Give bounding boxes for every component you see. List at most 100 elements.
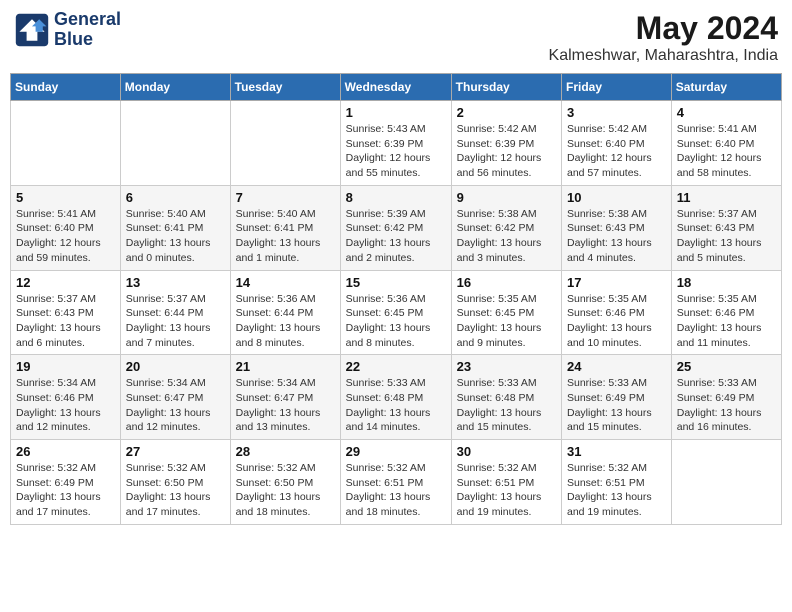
week-row-5: 26 Sunrise: 5:32 AM Sunset: 6:49 PM Dayli… bbox=[11, 440, 782, 525]
day-info: Sunrise: 5:39 AM Sunset: 6:42 PM Dayligh… bbox=[346, 207, 446, 266]
day-cell: 18Sunrise: 5:35 AM Sunset: 6:46 PM Dayli… bbox=[671, 270, 781, 355]
day-number: 26 bbox=[16, 444, 115, 459]
day-number: 10 bbox=[567, 190, 666, 205]
day-cell: 12 Sunrise: 5:37 AM Sunset: 6:43 PM Dayli… bbox=[11, 270, 121, 355]
day-number: 13 bbox=[126, 275, 225, 290]
day-number: 5 bbox=[16, 190, 115, 205]
day-info: Sunrise: 5:40 AM Sunset: 6:41 PM Dayligh… bbox=[236, 207, 335, 266]
day-cell: 6 Sunrise: 5:40 AM Sunset: 6:41 PM Daylig… bbox=[120, 185, 230, 270]
day-number: 27 bbox=[126, 444, 225, 459]
weekday-header-sunday: Sunday bbox=[11, 74, 121, 101]
weekday-header-thursday: Thursday bbox=[451, 74, 561, 101]
day-number: 28 bbox=[236, 444, 335, 459]
logo-text: General Blue bbox=[54, 10, 121, 50]
day-info: Sunrise: 5:32 AM Sunset: 6:51 PM Dayligh… bbox=[567, 461, 666, 520]
day-info: Sunrise: 5:32 AM Sunset: 6:49 PM Dayligh… bbox=[16, 461, 115, 520]
calendar-body: 1 Sunrise: 5:43 AM Sunset: 6:39 PM Daylig… bbox=[11, 101, 782, 525]
week-row-3: 12 Sunrise: 5:37 AM Sunset: 6:43 PM Dayli… bbox=[11, 270, 782, 355]
day-info: Sunrise: 5:35 AM Sunset: 6:45 PM Dayligh… bbox=[457, 292, 556, 351]
day-cell: 19 Sunrise: 5:34 AM Sunset: 6:46 PM Dayli… bbox=[11, 355, 121, 440]
day-number: 23 bbox=[457, 359, 556, 374]
day-info: Sunrise: 5:38 AM Sunset: 6:43 PM Dayligh… bbox=[567, 207, 666, 266]
week-row-1: 1 Sunrise: 5:43 AM Sunset: 6:39 PM Daylig… bbox=[11, 101, 782, 186]
day-number: 22 bbox=[346, 359, 446, 374]
day-info: Sunrise: 5:42 AM Sunset: 6:39 PM Dayligh… bbox=[457, 122, 556, 181]
day-cell: 1 Sunrise: 5:43 AM Sunset: 6:39 PM Daylig… bbox=[340, 101, 451, 186]
weekday-header-monday: Monday bbox=[120, 74, 230, 101]
day-number: 15 bbox=[346, 275, 446, 290]
day-cell: 8 Sunrise: 5:39 AM Sunset: 6:42 PM Daylig… bbox=[340, 185, 451, 270]
day-info: Sunrise: 5:40 AM Sunset: 6:41 PM Dayligh… bbox=[126, 207, 225, 266]
day-cell: 7 Sunrise: 5:40 AM Sunset: 6:41 PM Daylig… bbox=[230, 185, 340, 270]
day-info: Sunrise: 5:33 AM Sunset: 6:48 PM Dayligh… bbox=[346, 376, 446, 435]
day-number: 7 bbox=[236, 190, 335, 205]
day-cell: 15Sunrise: 5:36 AM Sunset: 6:45 PM Dayli… bbox=[340, 270, 451, 355]
calendar-header: SundayMondayTuesdayWednesdayThursdayFrid… bbox=[11, 74, 782, 101]
day-cell: 3Sunrise: 5:42 AM Sunset: 6:40 PM Daylig… bbox=[562, 101, 672, 186]
day-number: 19 bbox=[16, 359, 115, 374]
day-info: Sunrise: 5:42 AM Sunset: 6:40 PM Dayligh… bbox=[567, 122, 666, 181]
day-cell: 9 Sunrise: 5:38 AM Sunset: 6:42 PM Daylig… bbox=[451, 185, 561, 270]
day-info: Sunrise: 5:38 AM Sunset: 6:42 PM Dayligh… bbox=[457, 207, 556, 266]
weekday-header-friday: Friday bbox=[562, 74, 672, 101]
day-info: Sunrise: 5:34 AM Sunset: 6:46 PM Dayligh… bbox=[16, 376, 115, 435]
page-header: General Blue May 2024 Kalmeshwar, Mahara… bbox=[10, 10, 782, 65]
day-number: 31 bbox=[567, 444, 666, 459]
day-number: 16 bbox=[457, 275, 556, 290]
day-info: Sunrise: 5:32 AM Sunset: 6:51 PM Dayligh… bbox=[457, 461, 556, 520]
logo-icon bbox=[14, 12, 50, 48]
day-cell: 4 Sunrise: 5:41 AM Sunset: 6:40 PM Daylig… bbox=[671, 101, 781, 186]
day-cell: 11Sunrise: 5:37 AM Sunset: 6:43 PM Dayli… bbox=[671, 185, 781, 270]
calendar-table: SundayMondayTuesdayWednesdayThursdayFrid… bbox=[10, 73, 782, 525]
day-cell: 23Sunrise: 5:33 AM Sunset: 6:48 PM Dayli… bbox=[451, 355, 561, 440]
day-number: 8 bbox=[346, 190, 446, 205]
day-cell: 25 Sunrise: 5:33 AM Sunset: 6:49 PM Dayli… bbox=[671, 355, 781, 440]
day-info: Sunrise: 5:43 AM Sunset: 6:39 PM Dayligh… bbox=[346, 122, 446, 181]
day-info: Sunrise: 5:34 AM Sunset: 6:47 PM Dayligh… bbox=[236, 376, 335, 435]
day-info: Sunrise: 5:35 AM Sunset: 6:46 PM Dayligh… bbox=[677, 292, 776, 351]
day-number: 25 bbox=[677, 359, 776, 374]
day-info: Sunrise: 5:32 AM Sunset: 6:50 PM Dayligh… bbox=[126, 461, 225, 520]
day-info: Sunrise: 5:36 AM Sunset: 6:44 PM Dayligh… bbox=[236, 292, 335, 351]
day-number: 29 bbox=[346, 444, 446, 459]
day-number: 1 bbox=[346, 105, 446, 120]
day-cell: 28 Sunrise: 5:32 AM Sunset: 6:50 PM Dayli… bbox=[230, 440, 340, 525]
day-info: Sunrise: 5:34 AM Sunset: 6:47 PM Dayligh… bbox=[126, 376, 225, 435]
day-cell bbox=[120, 101, 230, 186]
day-cell bbox=[230, 101, 340, 186]
weekday-header-tuesday: Tuesday bbox=[230, 74, 340, 101]
day-cell: 29Sunrise: 5:32 AM Sunset: 6:51 PM Dayli… bbox=[340, 440, 451, 525]
logo: General Blue bbox=[14, 10, 121, 50]
day-info: Sunrise: 5:33 AM Sunset: 6:49 PM Dayligh… bbox=[567, 376, 666, 435]
day-cell: 22 Sunrise: 5:33 AM Sunset: 6:48 PM Dayli… bbox=[340, 355, 451, 440]
weekday-header-wednesday: Wednesday bbox=[340, 74, 451, 101]
day-info: Sunrise: 5:35 AM Sunset: 6:46 PM Dayligh… bbox=[567, 292, 666, 351]
day-number: 11 bbox=[677, 190, 776, 205]
calendar-title: May 2024 bbox=[549, 10, 778, 47]
day-info: Sunrise: 5:37 AM Sunset: 6:43 PM Dayligh… bbox=[16, 292, 115, 351]
day-cell: 24 Sunrise: 5:33 AM Sunset: 6:49 PM Dayli… bbox=[562, 355, 672, 440]
day-cell: 14 Sunrise: 5:36 AM Sunset: 6:44 PM Dayli… bbox=[230, 270, 340, 355]
week-row-4: 19 Sunrise: 5:34 AM Sunset: 6:46 PM Dayli… bbox=[11, 355, 782, 440]
day-cell: 31 Sunrise: 5:32 AM Sunset: 6:51 PM Dayli… bbox=[562, 440, 672, 525]
day-number: 21 bbox=[236, 359, 335, 374]
day-number: 6 bbox=[126, 190, 225, 205]
day-number: 17 bbox=[567, 275, 666, 290]
day-number: 14 bbox=[236, 275, 335, 290]
day-cell bbox=[11, 101, 121, 186]
day-number: 9 bbox=[457, 190, 556, 205]
day-number: 20 bbox=[126, 359, 225, 374]
day-number: 12 bbox=[16, 275, 115, 290]
day-cell: 26 Sunrise: 5:32 AM Sunset: 6:49 PM Dayli… bbox=[11, 440, 121, 525]
day-cell: 16 Sunrise: 5:35 AM Sunset: 6:45 PM Dayli… bbox=[451, 270, 561, 355]
day-info: Sunrise: 5:41 AM Sunset: 6:40 PM Dayligh… bbox=[677, 122, 776, 181]
day-number: 24 bbox=[567, 359, 666, 374]
day-info: Sunrise: 5:33 AM Sunset: 6:49 PM Dayligh… bbox=[677, 376, 776, 435]
day-number: 2 bbox=[457, 105, 556, 120]
day-cell: 13 Sunrise: 5:37 AM Sunset: 6:44 PM Dayli… bbox=[120, 270, 230, 355]
day-info: Sunrise: 5:37 AM Sunset: 6:44 PM Dayligh… bbox=[126, 292, 225, 351]
day-number: 4 bbox=[677, 105, 776, 120]
day-info: Sunrise: 5:32 AM Sunset: 6:50 PM Dayligh… bbox=[236, 461, 335, 520]
day-cell: 20 Sunrise: 5:34 AM Sunset: 6:47 PM Dayli… bbox=[120, 355, 230, 440]
title-block: May 2024 Kalmeshwar, Maharashtra, India bbox=[549, 10, 778, 65]
